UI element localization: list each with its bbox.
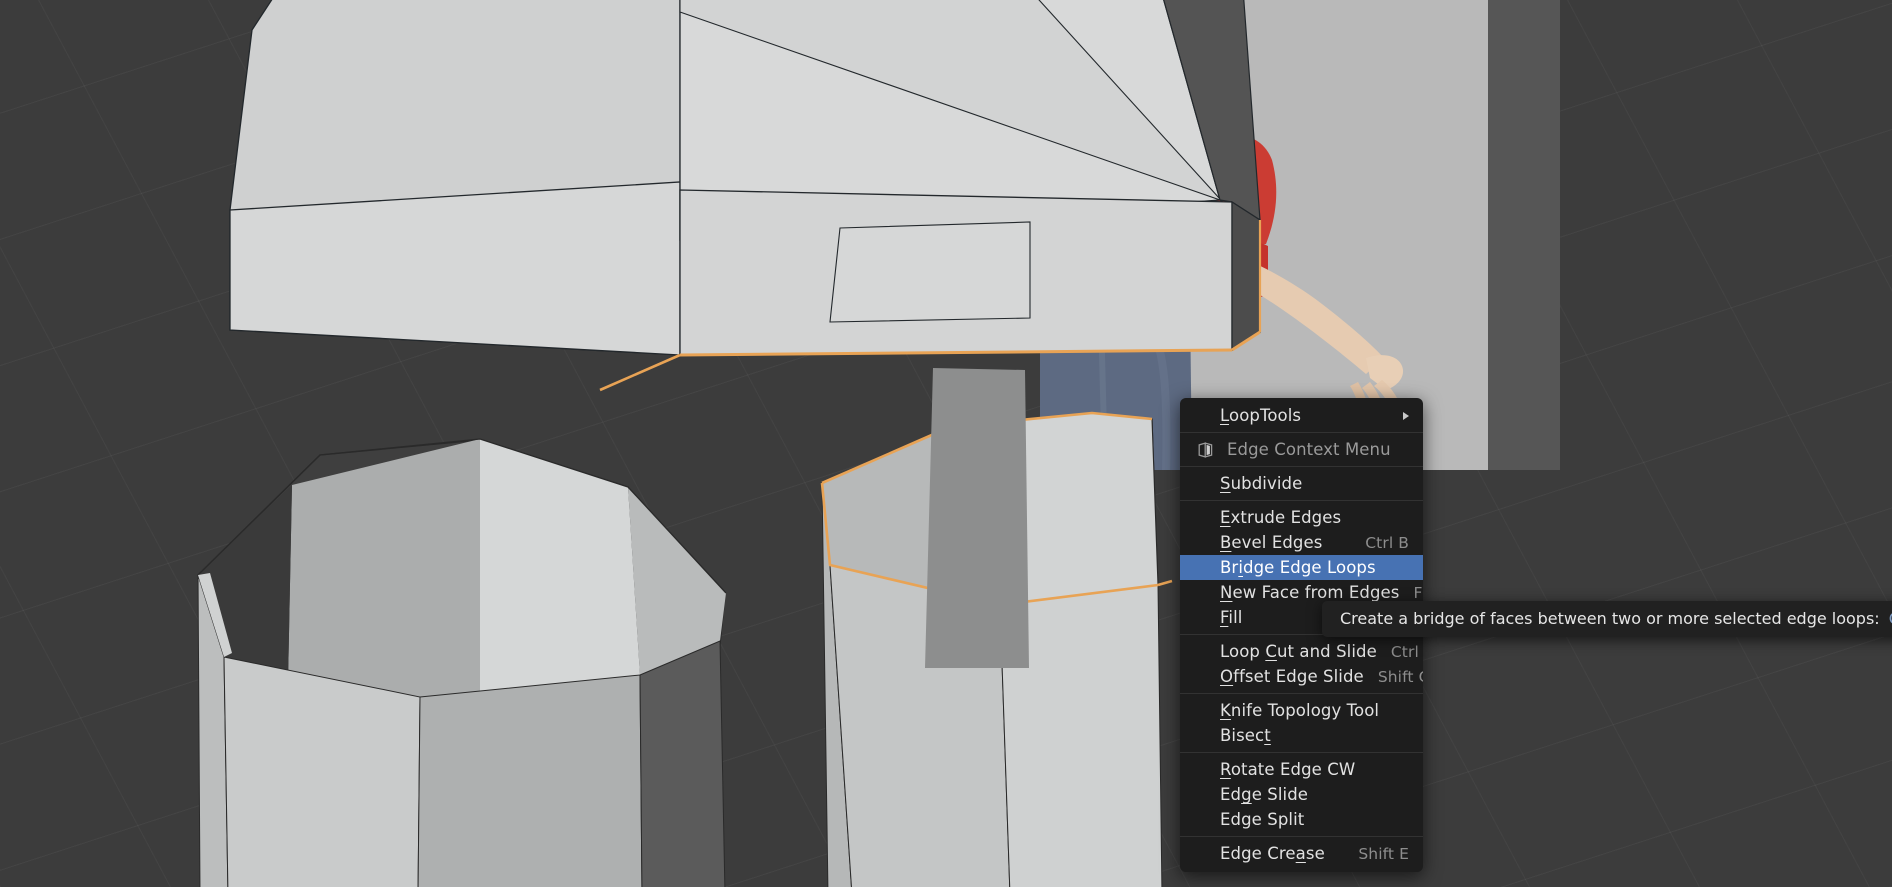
menu-item-label: Subdivide [1220,474,1303,493]
menu-item-rotate-edge-cw[interactable]: Rotate Edge CW [1180,757,1423,782]
menu-separator [1180,500,1423,501]
menu-separator [1180,836,1423,837]
menu-item-loop-cut-and-slide[interactable]: Loop Cut and Slide Ctrl R [1180,639,1423,664]
menu-item-looptools[interactable]: LoopTools [1180,403,1423,428]
edge-select-icon [1197,441,1214,458]
menu-item-label: Bisect [1220,726,1271,745]
menu-item-shortcut: Ctrl R [1390,642,1423,661]
menu-item-label: Edge Split [1220,810,1305,829]
menu-item-label: Extrude Edges [1220,508,1342,527]
cylinder-mesh-lower-left[interactable] [180,438,770,887]
menu-item-edge-slide[interactable]: Edge Slide [1180,782,1423,807]
menu-separator [1180,432,1423,433]
menu-item-label: Bridge Edge Loops [1220,558,1376,577]
menu-item-label: Edge Crease [1220,844,1325,863]
menu-item-bevel-edges[interactable]: Bevel Edges Ctrl B [1180,530,1423,555]
menu-item-subdivide[interactable]: Subdivide [1180,471,1423,496]
tooltip-text: Create a bridge of faces between two or … [1340,609,1880,628]
chevron-right-icon [1403,411,1409,420]
cube-mesh-upper-left[interactable] [229,0,1300,420]
menu-item-label: Edge Slide [1220,785,1309,804]
menu-item-label: Edge Context Menu [1227,440,1391,459]
menu-header-edge-context-menu: Edge Context Menu [1180,437,1423,462]
viewport-3d[interactable] [0,0,1892,887]
menu-item-shortcut: Shift Ctrl R [1377,667,1423,686]
menu-item-label: Offset Edge Slide [1220,667,1364,686]
menu-item-shortcut: Shift E [1358,844,1409,863]
menu-item-bisect[interactable]: Bisect [1180,723,1423,748]
menu-item-bridge-edge-loops[interactable]: Bridge Edge Loops [1180,555,1423,580]
menu-item-label: Knife Topology Tool [1220,701,1380,720]
menu-item-edge-split[interactable]: Edge Split [1180,807,1423,832]
menu-separator [1180,693,1423,694]
menu-item-label: Rotate Edge CW [1220,760,1356,779]
menu-item-label: Bevel Edges [1220,533,1323,552]
menu-separator [1180,752,1423,753]
backdrop-plane-strip [925,368,1033,668]
menu-item-label: Loop Cut and Slide [1220,642,1377,661]
menu-separator [1180,466,1423,467]
menu-item-extrude-edges[interactable]: Extrude Edges [1180,505,1423,530]
menu-item-edge-crease[interactable]: Edge Crease Shift E [1180,841,1423,866]
menu-item-label: Fill [1220,608,1243,627]
menu-item-knife-topology-tool[interactable]: Knife Topology Tool [1180,698,1423,723]
menu-item-label: LoopTools [1220,406,1302,425]
tooltip: Create a bridge of faces between two or … [1322,601,1892,637]
menu-item-offset-edge-slide[interactable]: Offset Edge Slide Shift Ctrl R [1180,664,1423,689]
menu-item-shortcut: Ctrl B [1365,533,1409,552]
menu-item-label: New Face from Edges [1220,583,1400,602]
menu-item-shortcut: F [1413,583,1423,602]
